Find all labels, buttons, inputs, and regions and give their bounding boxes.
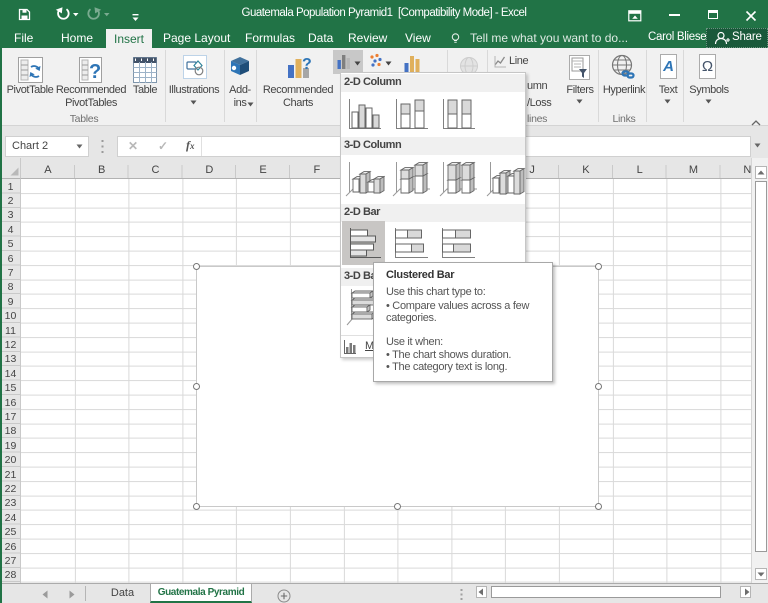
svg-text:?: ? — [89, 61, 101, 83]
svg-text:?: ? — [302, 56, 312, 73]
